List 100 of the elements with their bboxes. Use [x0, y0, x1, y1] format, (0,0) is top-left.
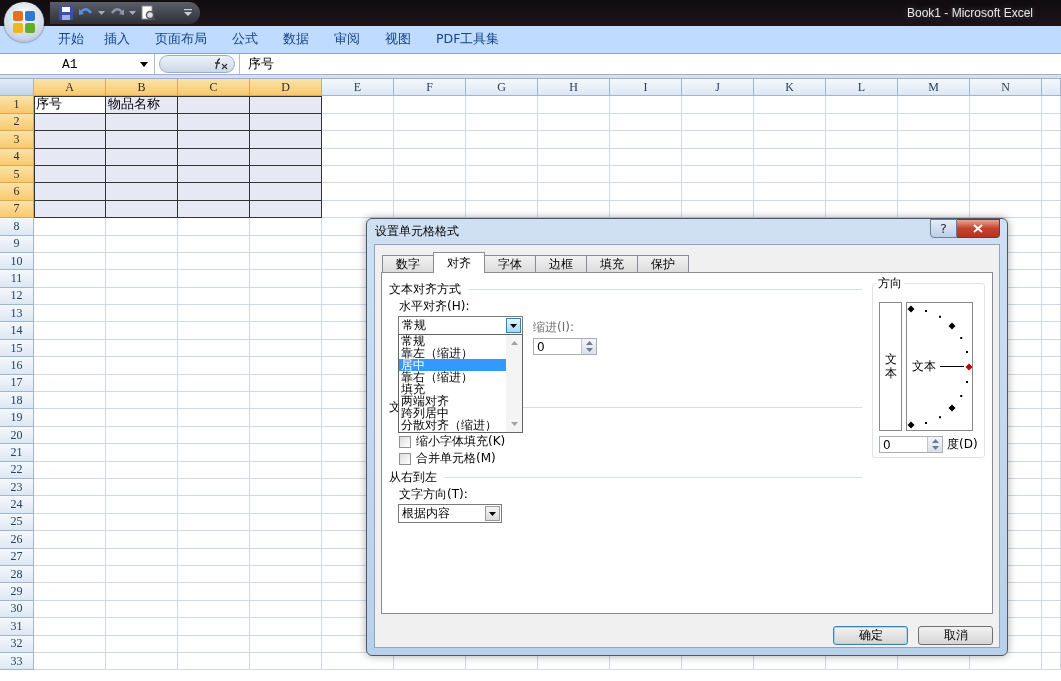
dialog-button[interactable]: 确定	[833, 626, 908, 645]
ribbon-tab[interactable]: 公式	[232, 31, 258, 48]
row-header[interactable]: 8	[0, 218, 34, 236]
row-header[interactable]: 26	[0, 531, 34, 549]
row-header[interactable]: 21	[0, 444, 34, 462]
insert-function-icon[interactable]	[214, 58, 228, 70]
ribbon-tab[interactable]: 页面布局	[155, 31, 207, 48]
spin-up-icon[interactable]	[585, 340, 593, 345]
dialog-tab[interactable]: 保护	[637, 255, 689, 272]
table-cell	[106, 305, 178, 323]
column-header[interactable]: M	[898, 79, 970, 97]
spin-down-icon[interactable]	[931, 446, 939, 451]
table-cell	[538, 96, 610, 114]
table-cell	[898, 148, 970, 166]
table-cell	[106, 322, 178, 340]
column-header[interactable]: B	[106, 79, 178, 97]
table-cell	[106, 583, 178, 601]
dialog-tab[interactable]: 字体	[484, 255, 536, 272]
customize-caret-icon[interactable]	[184, 9, 192, 17]
scroll-bar[interactable]	[506, 335, 522, 432]
row-header[interactable]: 3	[0, 131, 34, 149]
row-header[interactable]: 1	[0, 96, 34, 114]
column-header[interactable]: K	[754, 79, 826, 97]
ribbon-tab[interactable]: 开始	[58, 31, 84, 48]
dialog-button[interactable]: 取消	[918, 626, 993, 645]
dropdown-option[interactable]: 分散对齐（缩进）	[399, 419, 506, 431]
dropdown-option[interactable]: 靠左（缩进）	[399, 347, 506, 359]
row-header[interactable]: 14	[0, 322, 34, 340]
ribbon-tab[interactable]: 审阅	[334, 31, 360, 48]
dropdown-option[interactable]: 常规	[399, 335, 506, 347]
save-icon[interactable]	[58, 5, 74, 21]
orientation-dial[interactable]: 文本	[906, 302, 973, 431]
table-cell	[1042, 392, 1061, 410]
column-header[interactable]: F	[394, 79, 466, 97]
column-header[interactable]: G	[466, 79, 538, 97]
row-header[interactable]: 11	[0, 270, 34, 288]
table-cell	[34, 531, 106, 549]
column-header[interactable]: I	[610, 79, 682, 97]
help-button[interactable]: ?	[930, 219, 957, 238]
table-cell	[34, 426, 106, 445]
table-cell	[106, 513, 178, 532]
table-cell	[1042, 96, 1061, 114]
table-cell	[250, 183, 322, 201]
row-header[interactable]: 18	[0, 392, 34, 410]
vertical-text-button[interactable]: 文本	[879, 302, 902, 431]
ribbon-tab[interactable]: 数据	[283, 31, 309, 48]
table-cell	[1042, 183, 1061, 201]
row-header[interactable]: 16	[0, 357, 34, 375]
text-direction-dropdown[interactable]: 根据内容	[398, 504, 502, 523]
checkbox[interactable]	[399, 452, 411, 465]
dropdown-option[interactable]: 靠右（缩进）	[399, 371, 506, 383]
row-header[interactable]: 6	[0, 183, 34, 201]
name-box[interactable]: A1	[0, 54, 155, 74]
table-cell	[1042, 322, 1061, 340]
table-cell	[106, 392, 178, 410]
dialog-tab[interactable]: 对齐	[433, 252, 485, 273]
close-button[interactable]	[957, 219, 1000, 238]
row-header[interactable]: 19	[0, 409, 34, 427]
scroll-down-icon[interactable]	[510, 422, 518, 426]
dropdown-option[interactable]: 填充	[399, 383, 506, 395]
table-cell	[34, 183, 106, 201]
column-header[interactable]: D	[250, 79, 322, 97]
column-header[interactable]: H	[538, 79, 610, 97]
print-preview-icon[interactable]	[140, 5, 156, 21]
row-header[interactable]: 13	[0, 305, 34, 323]
table-cell	[34, 496, 106, 514]
column-header[interactable]: A	[34, 79, 106, 97]
table-cell	[1042, 235, 1061, 253]
ribbon-tab[interactable]: 插入	[104, 31, 130, 48]
column-header[interactable]	[1042, 79, 1061, 97]
column-header[interactable]: E	[322, 79, 394, 97]
row-header[interactable]: 29	[0, 583, 34, 601]
table-cell	[466, 148, 538, 166]
indent-spinner[interactable]: 0	[533, 338, 597, 355]
column-header[interactable]: N	[970, 79, 1042, 97]
table-cell	[34, 513, 106, 532]
dialog-tab[interactable]: 填充	[586, 255, 638, 272]
spin-up-icon[interactable]	[931, 438, 939, 443]
column-header[interactable]: J	[682, 79, 754, 97]
checkbox[interactable]	[399, 435, 411, 448]
table-cell	[178, 374, 250, 393]
formula-field[interactable]: 序号	[239, 54, 1061, 74]
caret-icon[interactable]	[98, 10, 105, 16]
degrees-spinner[interactable]: 0	[879, 436, 943, 453]
column-header[interactable]: L	[826, 79, 898, 97]
table-cell	[754, 113, 826, 132]
column-header[interactable]: C	[178, 79, 250, 97]
caret-icon[interactable]	[129, 10, 136, 16]
row-header[interactable]: 24	[0, 496, 34, 514]
ribbon-tab[interactable]: PDF工具集	[436, 31, 500, 48]
table-cell	[34, 444, 106, 462]
ribbon-tab[interactable]: 视图	[385, 31, 411, 48]
spin-down-icon[interactable]	[585, 348, 593, 353]
scroll-up-icon[interactable]	[510, 341, 518, 345]
table-cell	[34, 461, 106, 479]
table-cell	[178, 600, 250, 619]
dialog-tab[interactable]: 数字	[382, 255, 434, 272]
row-header[interactable]: 31	[0, 618, 34, 636]
dialog-tab[interactable]: 边框	[535, 255, 587, 272]
table-cell	[106, 565, 178, 584]
